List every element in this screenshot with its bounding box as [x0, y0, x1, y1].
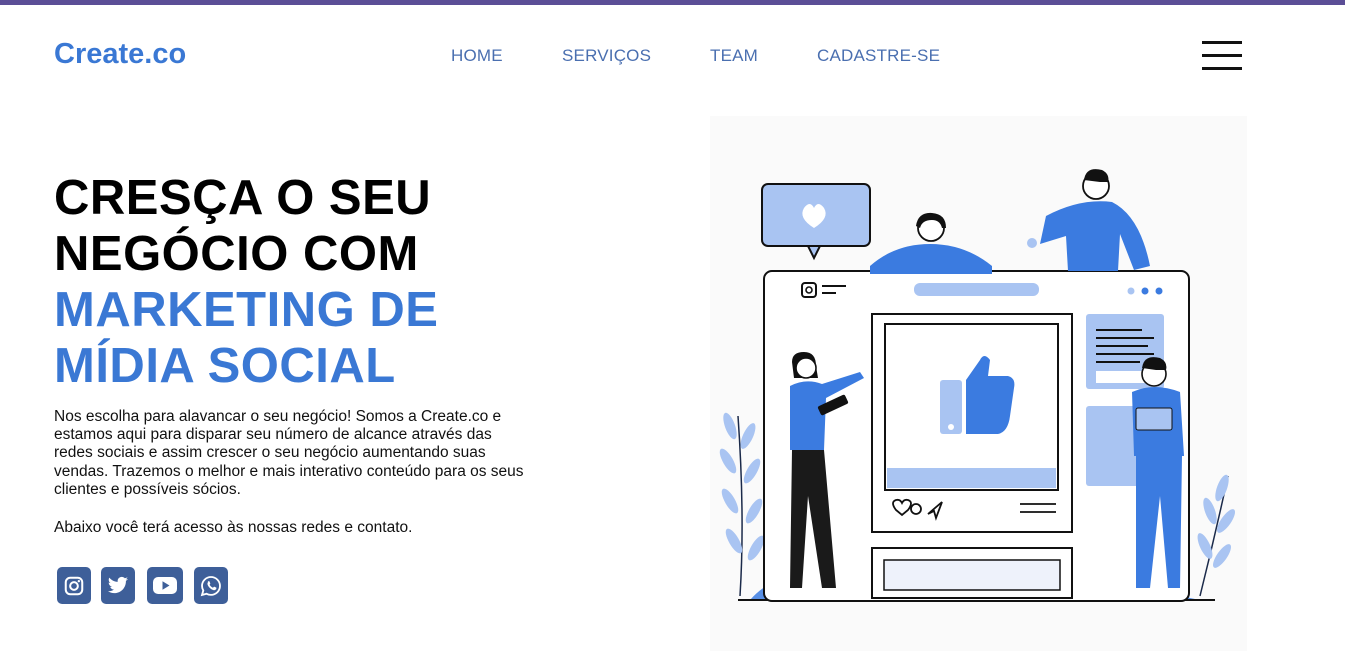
headline-line-3: MARKETING DE [54, 283, 439, 337]
left-plant-icon [719, 412, 765, 597]
hamburger-menu-icon[interactable] [1202, 41, 1242, 71]
twitter-button[interactable] [101, 567, 135, 604]
heart-speech-bubble-icon [761, 183, 871, 261]
hero-description-contact: Abaixo você terá acesso às nossas redes … [54, 519, 413, 536]
hero-description: Nos escolha para alavancar o seu negócio… [54, 408, 524, 498]
woman-top-figure [870, 212, 992, 274]
hero-headline: CRESÇA O SEU NEGÓCIO COM MARKETING DE MÍ… [54, 170, 438, 394]
nav-link-team[interactable]: TEAM [710, 46, 758, 66]
social-media-marketing-illustration [710, 116, 1247, 651]
nav-link-signup[interactable]: CADASTRE-SE [817, 46, 940, 66]
whatsapp-button[interactable] [194, 567, 228, 604]
headline-line-4: MÍDIA SOCIAL [54, 339, 396, 393]
nav-link-home[interactable]: HOME [451, 46, 503, 66]
instagram-button[interactable] [57, 567, 91, 604]
twitter-icon [108, 576, 128, 593]
nav-link-services[interactable]: SERVIÇOS [562, 46, 651, 66]
main-nav: HOME SERVIÇOS TEAM CADASTRE-SE [0, 46, 1345, 66]
youtube-icon [153, 577, 177, 594]
headline-line-2: NEGÓCIO COM [54, 227, 419, 281]
right-plant-icon [1197, 474, 1236, 597]
headline-line-1: CRESÇA O SEU [54, 171, 432, 225]
youtube-button[interactable] [147, 567, 183, 604]
top-accent-bar [0, 0, 1345, 5]
instagram-icon [64, 576, 84, 595]
man-top-figure [1027, 169, 1150, 271]
whatsapp-icon [200, 575, 221, 596]
